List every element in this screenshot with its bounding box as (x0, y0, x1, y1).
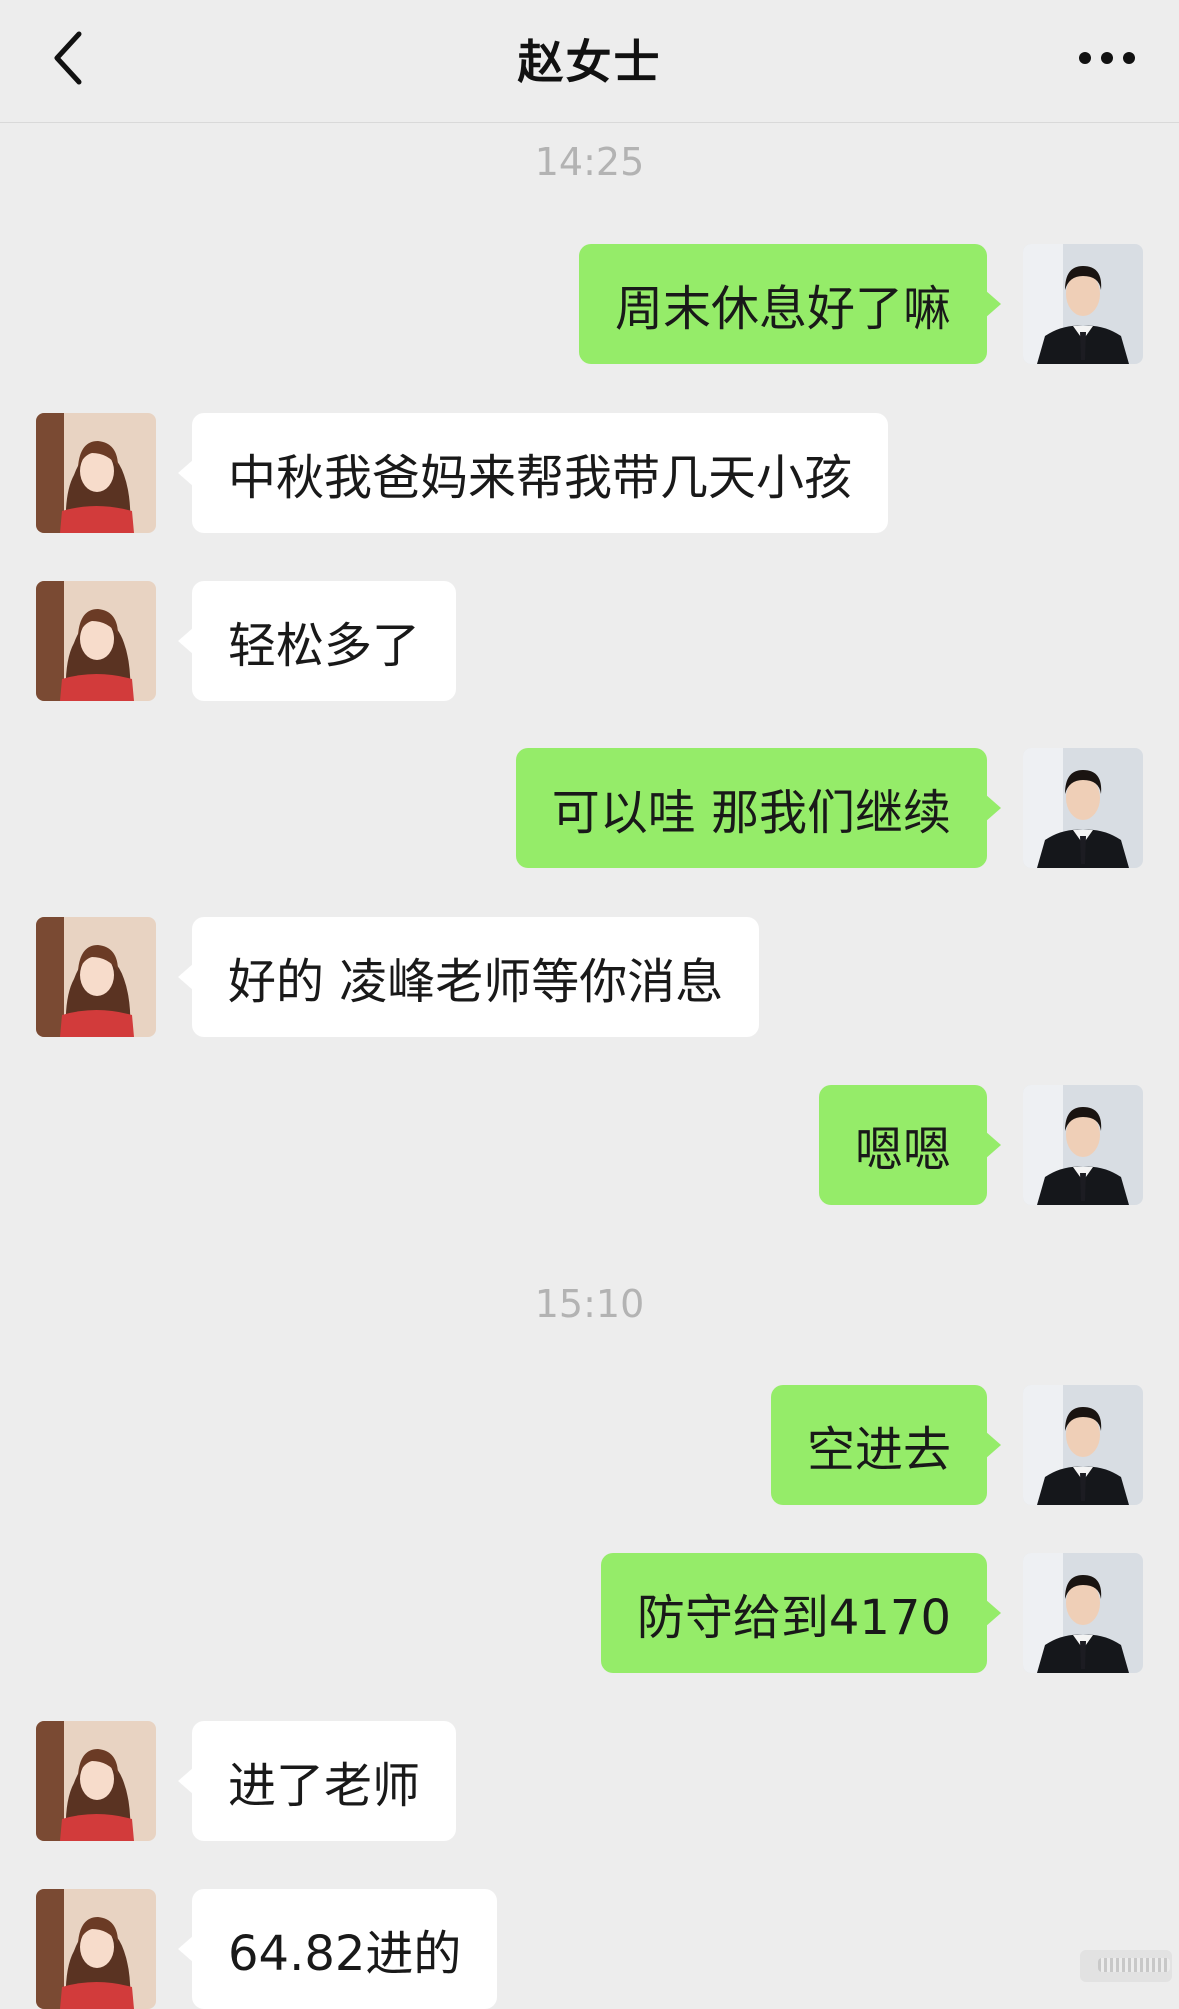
more-button[interactable] (1073, 40, 1141, 76)
avatar-woman-image (36, 413, 156, 533)
message-bubble-outgoing[interactable]: 空进去 (770, 1385, 1002, 1505)
avatar-contact[interactable] (36, 581, 156, 701)
chat-title: 赵女士 (517, 35, 662, 89)
message-bubble-incoming[interactable]: 64.82进的 (177, 1889, 498, 2009)
avatar-man-image (1023, 748, 1143, 868)
avatar-contact[interactable] (36, 1721, 156, 1841)
avatar-man-image (1023, 244, 1143, 364)
message-text: 周末休息好了嘛 (614, 281, 951, 337)
message-bubble-outgoing[interactable]: 嗯嗯 (818, 1085, 1002, 1205)
message-bubble-incoming[interactable]: 轻松多了 (177, 581, 457, 701)
message-bubble-outgoing[interactable]: 可以哇 那我们继续 (515, 748, 1002, 868)
avatar-contact[interactable] (36, 917, 156, 1037)
message-bubble-incoming[interactable]: 进了老师 (177, 1721, 457, 1841)
avatar-woman-image (36, 917, 156, 1037)
avatar-contact[interactable] (36, 1889, 156, 2009)
avatar-self[interactable] (1023, 1553, 1143, 1673)
timestamp: 15:10 (534, 1282, 645, 1326)
avatar-man-image (1023, 1085, 1143, 1205)
message-text: 好的 凌峰老师等你消息 (228, 954, 724, 1010)
avatar-self[interactable] (1023, 244, 1143, 364)
message-text: 中秋我爸妈来帮我带几天小孩 (228, 450, 853, 506)
avatar-woman-image (36, 1721, 156, 1841)
message-bubble-outgoing[interactable]: 防守给到4170 (600, 1553, 1002, 1673)
avatar-self[interactable] (1023, 1085, 1143, 1205)
message-bubble-incoming[interactable]: 中秋我爸妈来帮我带几天小孩 (177, 413, 889, 533)
message-text: 64.82进的 (228, 1926, 462, 1982)
message-text: 进了老师 (228, 1758, 421, 1814)
avatar-self[interactable] (1023, 748, 1143, 868)
scroll-thumb[interactable] (1098, 1958, 1170, 1972)
more-dots-icon (1079, 52, 1135, 64)
avatar-contact[interactable] (36, 413, 156, 533)
message-text: 可以哇 那我们继续 (551, 785, 951, 841)
avatar-man-image (1023, 1385, 1143, 1505)
avatar-man-image (1023, 1553, 1143, 1673)
message-bubble-outgoing[interactable]: 周末休息好了嘛 (578, 244, 1002, 364)
message-text: 空进去 (806, 1422, 951, 1478)
timestamp: 14:25 (534, 140, 645, 184)
message-text: 轻松多了 (228, 618, 421, 674)
avatar-woman-image (36, 581, 156, 701)
nav-bar: 赵女士 (0, 0, 1179, 123)
avatar-self[interactable] (1023, 1385, 1143, 1505)
message-text: 防守给到4170 (636, 1590, 951, 1646)
message-bubble-incoming[interactable]: 好的 凌峰老师等你消息 (177, 917, 760, 1037)
message-text: 嗯嗯 (854, 1122, 951, 1178)
avatar-woman-image (36, 1889, 156, 2009)
